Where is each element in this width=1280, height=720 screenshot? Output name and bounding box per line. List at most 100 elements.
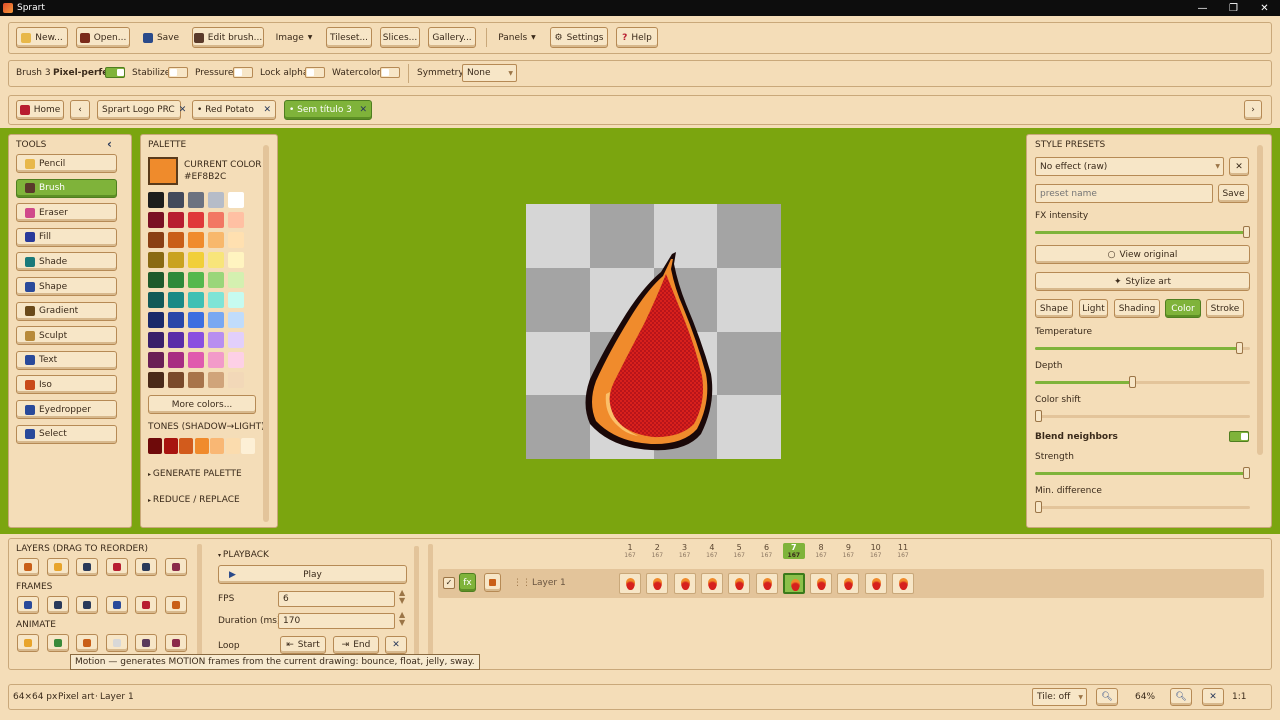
- tool-fill[interactable]: Fill: [16, 227, 117, 247]
- tabs-next-button[interactable]: ›: [1244, 100, 1262, 120]
- tab-home[interactable]: Home: [16, 100, 64, 120]
- color-shift-slider[interactable]: [1035, 410, 1250, 422]
- preset-select[interactable]: No effect (raw) ▼: [1035, 157, 1224, 176]
- minimize-button[interactable]: —: [1187, 3, 1218, 14]
- close-tab-icon[interactable]: ✕: [179, 105, 187, 115]
- settings-button[interactable]: ⚙ Settings: [550, 27, 608, 48]
- blend-neighbors-toggle[interactable]: [1229, 431, 1249, 442]
- tone-swatch[interactable]: [210, 438, 224, 454]
- delete-frame-button[interactable]: [76, 596, 98, 614]
- palette-swatch[interactable]: [148, 192, 164, 208]
- slider-thumb[interactable]: [1035, 410, 1042, 422]
- anim-sparkle-button[interactable]: [17, 634, 39, 652]
- frame-number[interactable]: 4 167: [701, 543, 723, 559]
- duration-stepper-icon[interactable]: ▲ ▼: [399, 611, 405, 627]
- layer-drag-handle[interactable]: ⋮⋮: [513, 578, 531, 588]
- palette-swatch[interactable]: [168, 292, 184, 308]
- loop-end-button[interactable]: ⇥ End: [333, 636, 379, 654]
- close-tab-icon[interactable]: ✕: [359, 105, 367, 115]
- slider-thumb[interactable]: [1128, 376, 1136, 388]
- palette-swatch[interactable]: [148, 332, 164, 348]
- strength-slider[interactable]: [1035, 467, 1250, 479]
- edit-brush-button[interactable]: Edit brush...: [192, 27, 264, 48]
- anim-grid-button[interactable]: [135, 634, 157, 652]
- close-tab-icon[interactable]: ✕: [263, 105, 271, 115]
- close-window-button[interactable]: ✕: [1249, 3, 1280, 14]
- palette-swatch[interactable]: [208, 212, 224, 228]
- style-tab-shape[interactable]: Shape: [1035, 299, 1073, 318]
- slices-button[interactable]: Slices...: [380, 27, 420, 48]
- temperature-slider[interactable]: [1035, 342, 1250, 354]
- layer-lock-button[interactable]: [484, 573, 501, 592]
- palette-swatch[interactable]: [148, 232, 164, 248]
- gallery-button[interactable]: Gallery...: [428, 27, 476, 48]
- tool-pencil[interactable]: Pencil: [16, 154, 117, 173]
- palette-swatch[interactable]: [188, 252, 204, 268]
- frame-number[interactable]: 7 167: [782, 543, 805, 559]
- frame-cell[interactable]: [619, 573, 641, 594]
- palette-swatch[interactable]: [208, 232, 224, 248]
- tool-gradient[interactable]: Gradient: [16, 301, 117, 321]
- delete-preset-button[interactable]: ✕: [1229, 157, 1249, 176]
- palette-swatch[interactable]: [168, 212, 184, 228]
- palette-swatch[interactable]: [228, 192, 244, 208]
- help-button[interactable]: ? Help: [616, 27, 658, 48]
- duration-input[interactable]: 170: [278, 613, 395, 629]
- palette-swatch[interactable]: [168, 332, 184, 348]
- tabs-prev-button[interactable]: ‹: [70, 100, 90, 120]
- frame-cell[interactable]: [646, 573, 669, 594]
- palette-swatch[interactable]: [228, 292, 244, 308]
- style-tab-shading[interactable]: Shading: [1114, 299, 1160, 318]
- panels-menu-button[interactable]: Panels ▼: [494, 27, 540, 48]
- frame-number[interactable]: 1 167: [619, 543, 641, 559]
- motion-button[interactable]: [46, 634, 69, 652]
- palette-swatch[interactable]: [208, 252, 224, 268]
- palette-swatch[interactable]: [228, 272, 244, 288]
- frame-cell[interactable]: [837, 573, 860, 594]
- palette-swatch[interactable]: [188, 352, 204, 368]
- tool-sculpt[interactable]: Sculpt: [16, 326, 117, 346]
- maximize-button[interactable]: ❐: [1218, 3, 1249, 14]
- tone-swatch[interactable]: [179, 438, 193, 454]
- frame-cell[interactable]: [782, 573, 805, 594]
- palette-swatch[interactable]: [188, 292, 204, 308]
- frame-number[interactable]: 10 167: [865, 543, 887, 559]
- tab-sprart-logo[interactable]: Sprart Logo PRC ✕: [97, 100, 186, 120]
- palette-scrollbar[interactable]: [263, 145, 269, 522]
- fps-input[interactable]: 6: [278, 591, 395, 607]
- fit-screen-button[interactable]: ✕: [1202, 688, 1224, 706]
- save-button[interactable]: Save: [138, 27, 184, 48]
- tool-eyedropper[interactable]: Eyedropper: [16, 400, 117, 419]
- new-button[interactable]: New...: [16, 27, 68, 48]
- tool-shape[interactable]: Shape: [16, 277, 117, 296]
- palette-swatch[interactable]: [228, 312, 244, 328]
- add-frame-button[interactable]: [17, 596, 39, 614]
- tool-shade[interactable]: Shade: [16, 252, 117, 272]
- lock-frame-button[interactable]: [164, 596, 187, 614]
- slider-thumb[interactable]: [1242, 467, 1250, 479]
- tool-select[interactable]: Select: [16, 424, 117, 444]
- palette-swatch[interactable]: [168, 352, 184, 368]
- frame-cell[interactable]: [755, 573, 778, 594]
- fps-stepper-icon[interactable]: ▲ ▼: [399, 589, 405, 605]
- slider-thumb[interactable]: [1035, 501, 1042, 513]
- palette-swatch[interactable]: [208, 292, 224, 308]
- frame-cell[interactable]: [892, 573, 914, 594]
- loop-clear-button[interactable]: ✕: [385, 636, 407, 654]
- palette-swatch[interactable]: [228, 372, 244, 388]
- frame-number[interactable]: 11 167: [892, 543, 914, 559]
- view-original-button[interactable]: ○ View original: [1035, 245, 1250, 264]
- preset-name-input[interactable]: [1035, 184, 1213, 203]
- style-tab-stroke[interactable]: Stroke: [1206, 299, 1244, 318]
- palette-swatch[interactable]: [148, 372, 164, 388]
- frame-number[interactable]: 2 167: [646, 543, 668, 559]
- frame-cell[interactable]: [728, 573, 751, 594]
- delete-layer-button[interactable]: [76, 558, 98, 576]
- palette-swatch[interactable]: [188, 372, 204, 388]
- merge-layer-button[interactable]: [105, 558, 128, 576]
- tool-iso[interactable]: Iso: [16, 375, 117, 395]
- zoom-out-button[interactable]: 🔍︎: [1096, 688, 1118, 706]
- image-menu-button[interactable]: Image ▼: [272, 27, 316, 48]
- layer-visible-checkbox[interactable]: ✓: [443, 577, 455, 589]
- frame-cell[interactable]: [700, 573, 723, 594]
